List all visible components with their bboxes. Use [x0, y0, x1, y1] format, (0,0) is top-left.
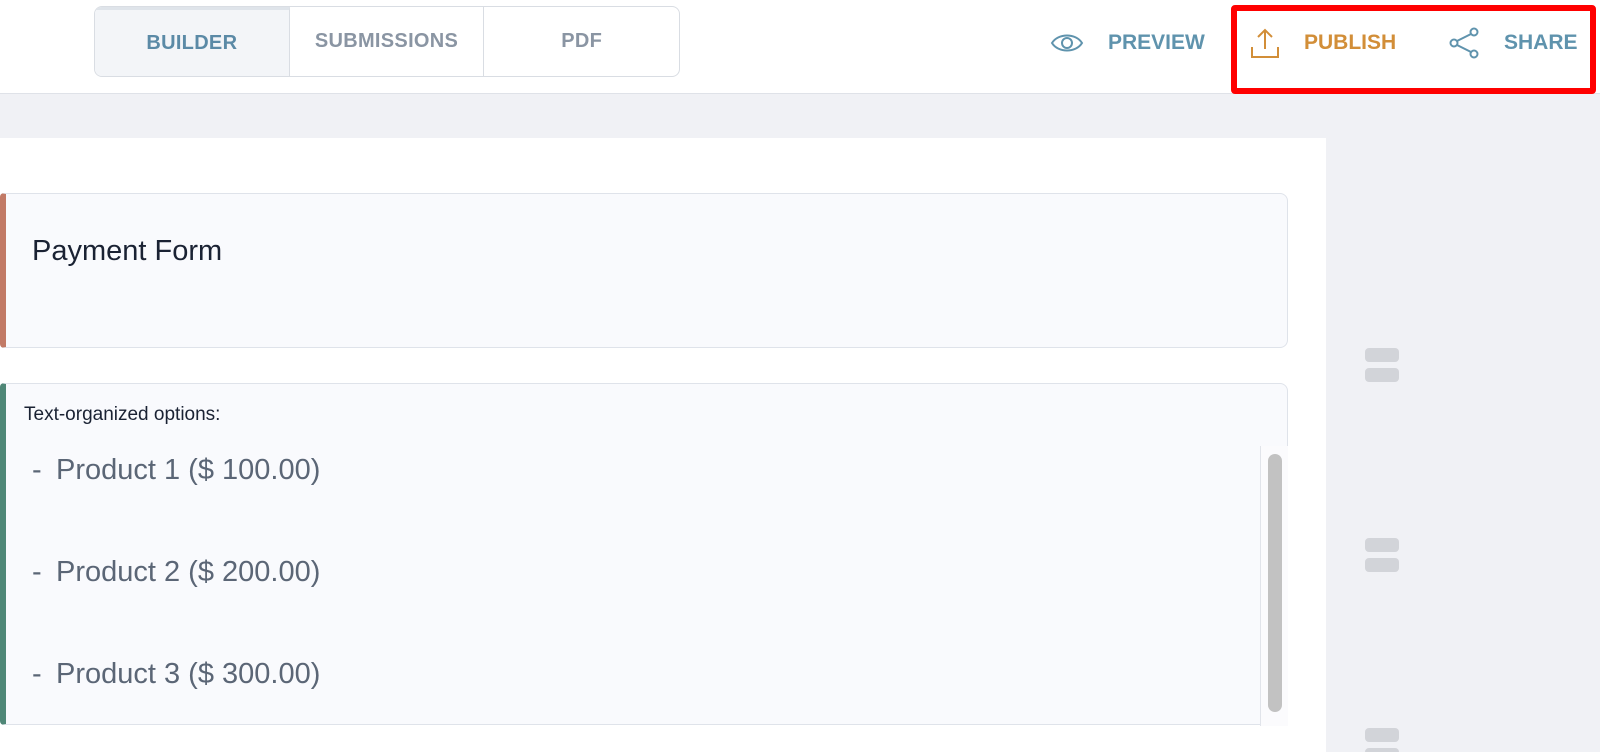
option-dash: - — [32, 556, 42, 588]
tab-pdf[interactable]: PDF — [484, 7, 679, 76]
form-title-card[interactable]: Payment Form — [0, 193, 1288, 348]
tab-builder[interactable]: BUILDER — [95, 7, 290, 76]
options-field-label: Text-organized options: — [24, 404, 221, 425]
list-item: - Product 1 ($ 100.00) — [32, 454, 320, 487]
options-list: - Product 1 ($ 100.00) - Product 2 ($ 200.… — [6, 446, 1260, 726]
options-scrollbar[interactable] — [1260, 446, 1288, 726]
option-text: Product 3 ($ 300.00) — [56, 658, 321, 690]
tab-submissions[interactable]: SUBMISSIONS — [290, 7, 485, 76]
drag-handle-icon[interactable] — [1365, 348, 1399, 388]
top-toolbar: BUILDER SUBMISSIONS PDF PREVIEW PUBLISH — [0, 0, 1600, 94]
drag-handle-icon[interactable] — [1365, 728, 1399, 752]
option-text: Product 2 ($ 200.00) — [56, 556, 321, 588]
list-item: - Product 2 ($ 200.00) — [32, 556, 320, 589]
scrollbar-thumb[interactable] — [1268, 454, 1282, 712]
eye-icon — [1050, 31, 1084, 55]
preview-label: PREVIEW — [1108, 31, 1205, 54]
highlight-box — [1231, 5, 1596, 94]
drag-handle-icon[interactable] — [1365, 538, 1399, 578]
options-field-card[interactable]: Text-organized options: - Product 1 ($ 10… — [0, 383, 1288, 726]
list-item: - Product 3 ($ 300.00) — [32, 658, 320, 691]
builder-canvas: Payment Form Text-organized options: - Pr… — [0, 138, 1326, 752]
option-dash: - — [32, 658, 42, 690]
form-title: Payment Form — [32, 235, 223, 267]
view-tabs: BUILDER SUBMISSIONS PDF — [94, 6, 680, 77]
option-text: Product 1 ($ 100.00) — [56, 454, 321, 486]
option-dash: - — [32, 454, 42, 486]
preview-button[interactable]: PREVIEW — [1050, 0, 1205, 86]
